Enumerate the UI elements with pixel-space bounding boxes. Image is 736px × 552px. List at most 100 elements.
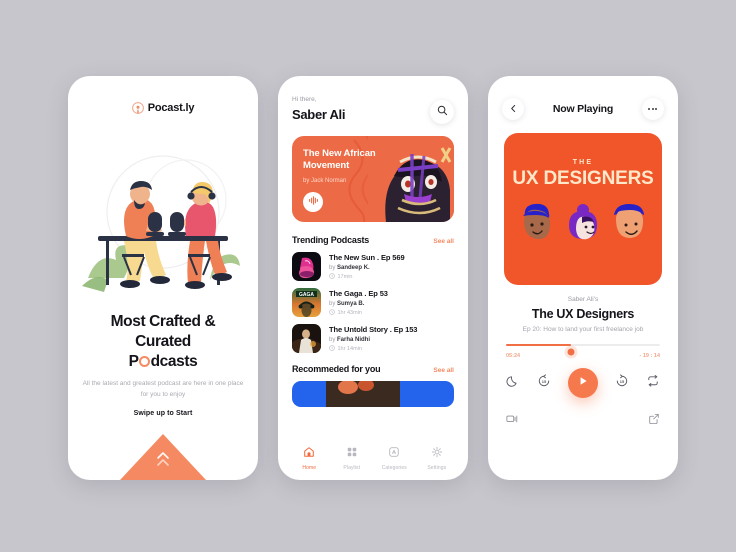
- featured-title: The New African Movement: [303, 148, 376, 172]
- time-remaining: - 19 : 14: [639, 353, 660, 359]
- tab-home-label: Home: [302, 465, 317, 471]
- face-2-icon: [569, 204, 597, 240]
- tab-playlist-label: Playlist: [343, 465, 361, 471]
- author-name: Farha Nidhi: [337, 336, 371, 343]
- podcast-author: by Sandeep K.: [329, 265, 405, 271]
- repeat-button[interactable]: [646, 374, 660, 393]
- share-button[interactable]: [648, 412, 660, 430]
- podcast-duration-row: 1hr 14min: [329, 345, 417, 353]
- album-the-label: THE: [572, 159, 594, 166]
- chevron-left-icon: [509, 100, 518, 118]
- chevron-up-double-icon: [156, 449, 170, 474]
- clock-icon: [329, 345, 335, 353]
- podcast-thumbnail: GAGA: [292, 288, 321, 317]
- swipe-up-area[interactable]: Swipe up to Start: [68, 410, 258, 480]
- moon-icon: [506, 375, 517, 387]
- tab-categories-label: Categories: [381, 465, 407, 471]
- share-icon: [649, 413, 659, 425]
- recommended-carousel[interactable]: [292, 381, 454, 407]
- podcast-title: The New Sun . Ep 569: [329, 253, 405, 262]
- podcast-title: The Gaga . Ep 53: [329, 289, 388, 298]
- trending-see-all-link[interactable]: See all: [433, 238, 454, 245]
- clock-icon: [329, 273, 335, 281]
- podcast-duration-row: 1hr 43min: [329, 309, 388, 317]
- app-logo: Pocast.ly: [68, 102, 258, 114]
- play-icon: [577, 374, 589, 392]
- trending-heading: Trending Podcasts: [292, 235, 370, 245]
- list-item[interactable]: GAGA The Gaga . Ep 53 by Sumya B. 1hr 43…: [292, 288, 454, 317]
- tab-settings[interactable]: Settings: [416, 445, 459, 471]
- tab-home[interactable]: Home: [288, 445, 331, 471]
- rewind-15-icon: 15: [538, 373, 550, 386]
- trending-list: The New Sun . Ep 569 by Sandeep K. 17min: [278, 252, 468, 353]
- time-elapsed: 05:24: [506, 353, 521, 359]
- page-title-line1: Most Crafted & Curated: [110, 313, 216, 350]
- page-title: Now Playing: [552, 103, 614, 115]
- search-button[interactable]: [430, 100, 454, 124]
- forward-button[interactable]: 15: [615, 373, 629, 393]
- cast-button[interactable]: [506, 412, 518, 430]
- featured-play-button[interactable]: [303, 192, 323, 212]
- svg-text:GAGA: GAGA: [299, 292, 314, 298]
- tab-settings-label: Settings: [427, 465, 447, 471]
- play-button[interactable]: [568, 368, 598, 398]
- search-icon: [437, 103, 448, 121]
- secondary-controls: [506, 412, 660, 430]
- track-episode: Ep 20: How to land your first freelance …: [522, 326, 644, 333]
- track-title: The UX Designers: [531, 307, 635, 321]
- trending-section-header: Trending Podcasts See all: [278, 235, 468, 245]
- list-item[interactable]: The New Sun . Ep 569 by Sandeep K. 17min: [292, 252, 454, 281]
- author-name: Sandeep K.: [337, 264, 370, 271]
- page-subtitle: All the latest and greatest podcast are …: [82, 380, 244, 399]
- bottom-tab-bar: Home Playlist Categories Settings: [278, 440, 468, 480]
- repeat-icon: [648, 374, 658, 387]
- podcast-thumbnail: [292, 252, 321, 281]
- tab-categories[interactable]: Categories: [373, 445, 416, 471]
- featured-author: by Jack Norman: [303, 177, 347, 184]
- now-playing-header: Now Playing: [488, 76, 678, 120]
- swipe-up-label: Swipe up to Start: [133, 410, 193, 417]
- recommended-section-header: Recommeded for you See all: [278, 364, 468, 374]
- album-artwork: THE UX DESIGNERS: [504, 133, 662, 285]
- duration-text: 17min: [337, 274, 353, 280]
- back-button[interactable]: [502, 98, 524, 120]
- greeting-label: Hi there,: [292, 96, 317, 103]
- circle-accent-icon: [139, 355, 151, 367]
- by-prefix: by: [329, 264, 336, 271]
- sleep-timer-button[interactable]: [506, 374, 520, 393]
- recommended-see-all-link[interactable]: See all: [433, 367, 454, 374]
- svg-text:15: 15: [620, 379, 625, 384]
- podcast-author: by Farha Nidhi: [329, 337, 417, 343]
- duration-text: 1hr 14min: [337, 346, 362, 352]
- clock-icon: [329, 309, 335, 317]
- by-prefix: by: [329, 300, 336, 307]
- more-options-button[interactable]: [641, 98, 664, 120]
- seek-bar[interactable]: 05:24 - 19 : 14: [506, 344, 660, 359]
- seek-handle[interactable]: [567, 348, 575, 355]
- forward-15-icon: 15: [616, 373, 628, 386]
- page-title-line2-pre: P: [128, 352, 139, 370]
- canvas: Pocast.ly Most Crafted & Curated P dcast…: [0, 0, 736, 552]
- podcast-duration-row: 17min: [329, 273, 405, 281]
- phone-screen-home: Hi there, Saber Ali The New African Move…: [278, 76, 468, 480]
- tab-playlist[interactable]: Playlist: [331, 445, 374, 471]
- by-prefix: by: [329, 336, 336, 343]
- seek-fill: [506, 344, 571, 346]
- phone-screen-now-playing: Now Playing THE UX DESIGNERS Saber Ali's…: [488, 76, 678, 480]
- author-name: Sumya B.: [337, 300, 365, 307]
- podcast-signal-icon: [131, 102, 144, 114]
- categories-icon: [388, 445, 400, 463]
- phone-screen-onboarding: Pocast.ly Most Crafted & Curated P dcast…: [68, 76, 258, 480]
- album-main-label: UX DESIGNERS: [512, 168, 654, 189]
- home-icon: [303, 445, 315, 463]
- rewind-button[interactable]: 15: [537, 373, 551, 393]
- app-logo-text: Pocast.ly: [147, 102, 195, 114]
- track-meta: Saber Ali's The UX Designers Ep 20: How …: [488, 296, 678, 333]
- list-item[interactable]: The Untold Story . Ep 153 by Farha Nidhi…: [292, 324, 454, 353]
- featured-podcast-card[interactable]: The New African Movement by Jack Norman: [292, 136, 454, 222]
- user-name: Saber Ali: [292, 107, 346, 122]
- face-3-icon: [614, 204, 644, 238]
- home-header: Hi there, Saber Ali: [278, 76, 468, 124]
- podcast-title: The Untold Story . Ep 153: [329, 325, 418, 334]
- gear-icon: [431, 445, 443, 463]
